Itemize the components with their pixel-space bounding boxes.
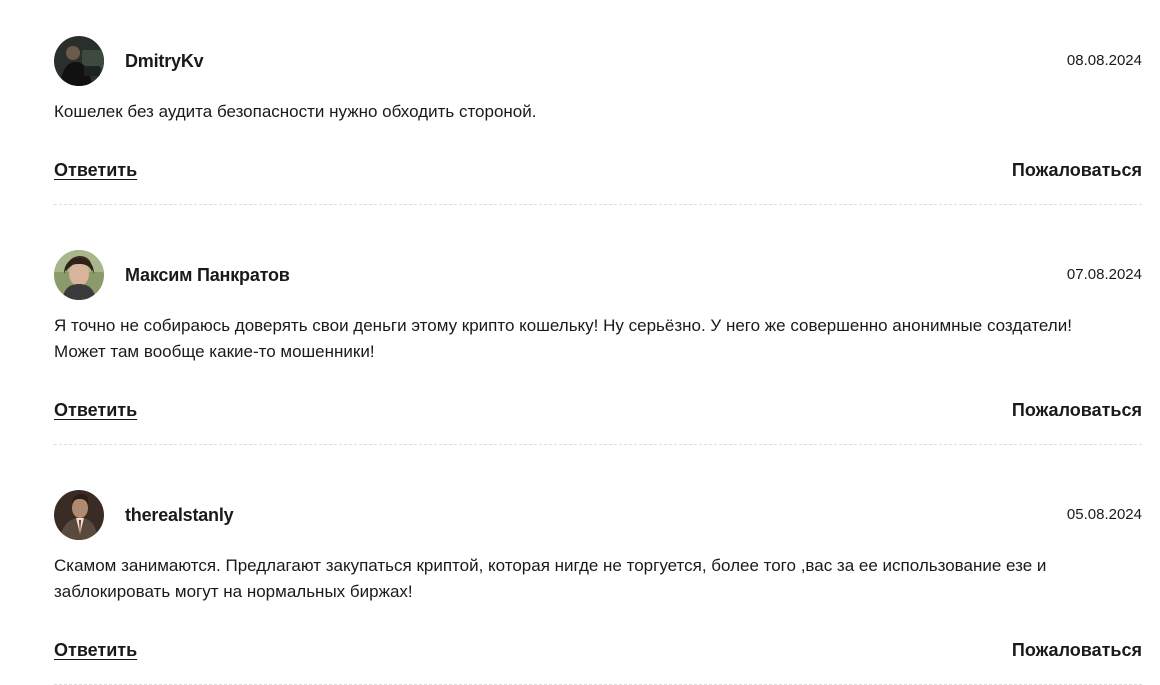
comments-list: DmitryKv 08.08.2024 Кошелек без аудита б…	[54, 36, 1142, 685]
comment-header: DmitryKv 08.08.2024	[54, 36, 1142, 86]
avatar[interactable]	[54, 36, 104, 86]
comment-text: Кошелек без аудита безопасности нужно об…	[54, 102, 537, 121]
avatar[interactable]	[54, 490, 104, 540]
reply-link[interactable]: Ответить	[54, 160, 137, 181]
comment-date: 05.08.2024	[1066, 506, 1142, 523]
author-name[interactable]: therealstanly	[125, 505, 234, 526]
comment-actions: Ответить Пожаловаться	[54, 637, 1142, 667]
author-name[interactable]: DmitryKv	[125, 51, 204, 72]
comment-date: 08.08.2024	[1066, 52, 1142, 69]
report-button[interactable]: Пожаловаться	[1012, 160, 1142, 181]
comment-actions: Ответить Пожаловаться	[54, 397, 1142, 427]
comment-text: Скамом занимаются. Предлагают закупаться…	[54, 556, 1047, 601]
report-button[interactable]: Пожаловаться	[1012, 400, 1142, 421]
comment-actions: Ответить Пожаловаться	[54, 157, 1142, 187]
comment-header: Максим Панкратов 07.08.2024	[54, 250, 1142, 300]
comment-header: therealstanly 05.08.2024	[54, 490, 1142, 540]
comment-item: Максим Панкратов 07.08.2024 Я точно не с…	[54, 250, 1142, 445]
report-button[interactable]: Пожаловаться	[1012, 640, 1142, 661]
comment-date: 07.08.2024	[1066, 266, 1142, 283]
comment-item: DmitryKv 08.08.2024 Кошелек без аудита б…	[54, 36, 1142, 205]
author-name[interactable]: Максим Панкратов	[125, 265, 290, 286]
comment-item: therealstanly 05.08.2024 Скамом занимают…	[54, 490, 1142, 685]
avatar[interactable]	[54, 250, 104, 300]
reply-link[interactable]: Ответить	[54, 640, 137, 661]
comment-text: Я точно не собираюсь доверять свои деньг…	[54, 316, 1072, 361]
reply-link[interactable]: Ответить	[54, 400, 137, 421]
